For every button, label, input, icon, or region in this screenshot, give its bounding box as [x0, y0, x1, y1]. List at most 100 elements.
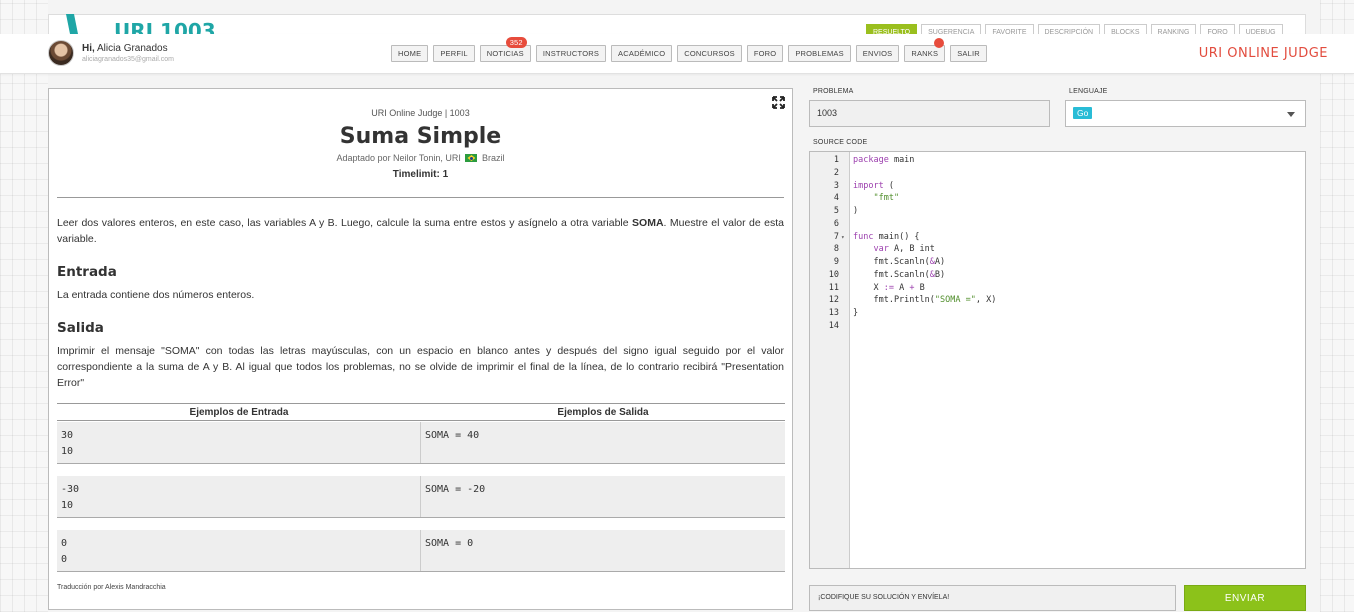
nav-concursos[interactable]: CONCURSOS — [677, 45, 742, 62]
line-number: 14 — [828, 320, 839, 331]
nav-ranks[interactable]: RANKS — [904, 38, 946, 62]
problem-description: Leer dos valores enteros, en este caso, … — [57, 215, 784, 247]
example-output: SOMA = 40 — [420, 422, 785, 463]
example-input: 0 0 — [57, 530, 420, 571]
tab-udebug[interactable]: UDEBUG — [1238, 24, 1283, 34]
nav-envios[interactable]: ENVIOS — [855, 45, 900, 62]
input-heading: Entrada — [57, 264, 117, 280]
problem-title: Suma Simple — [339, 124, 502, 149]
problem-author: Adaptado por Neilor Tonin, URI Brazil — [49, 153, 792, 163]
code-line[interactable]: 5) — [810, 205, 1305, 218]
tab-foro[interactable]: FORO — [1200, 24, 1235, 34]
line-number: 10 — [828, 269, 839, 280]
examples-output-header: Ejemplos de Salida — [557, 407, 649, 418]
nav-problemas[interactable]: PROBLEMAS — [788, 45, 851, 62]
example-input: -30 10 — [57, 476, 420, 517]
greeting-label: Hi, — [82, 43, 95, 54]
line-number: 11 — [828, 282, 839, 293]
nav-foro[interactable]: FORO — [746, 45, 784, 62]
description-text-pre: Leer dos valores enteros, en este caso, … — [57, 217, 633, 229]
line-number: 5 — [833, 206, 839, 216]
code-text: package main — [853, 155, 915, 165]
code-line[interactable]: 9 fmt.Scanln(&A) — [810, 256, 1305, 269]
problem-tabs: RESUELTO SUGERENCIA FAVORITE DESCRIPCIÓN… — [866, 24, 1283, 34]
notification-badge: 352 — [505, 37, 527, 48]
code-line[interactable]: 4 "fmt" — [810, 192, 1305, 205]
translation-credit: Traducción por Alexis Mandracchia — [57, 584, 166, 591]
avatar[interactable] — [48, 40, 74, 66]
author-text: Adaptado por Neilor Tonin, URI — [336, 153, 461, 163]
code-text: fmt.Println("SOMA =", X) — [853, 295, 997, 306]
line-number: 12 — [828, 295, 839, 306]
tab-descripcion[interactable]: DESCRIPCIÓN — [1037, 24, 1101, 34]
code-editor[interactable]: 1 package main 2 3 import (4 "fmt" 5) 6 7 ▾ func … — [809, 151, 1306, 569]
background-sketch-left — [0, 0, 48, 612]
code-text: ) — [853, 206, 859, 216]
user-email: aliciagranados35@gmail.com — [82, 56, 174, 63]
problem-field-label: PROBLEMA — [813, 88, 854, 95]
user-greeting: Hi, Alicia Granados — [82, 43, 168, 54]
line-number: 4 — [833, 193, 839, 204]
code-line[interactable]: 11 X := A + B — [810, 282, 1305, 295]
example-output: SOMA = -20 — [420, 476, 785, 517]
code-text: X := A + B — [853, 282, 925, 293]
user-name[interactable]: Alicia Granados — [97, 43, 168, 54]
code-text: import ( — [853, 180, 894, 191]
code-text: var A, B int — [873, 244, 935, 255]
code-text: func main() { — [853, 231, 920, 242]
code-line[interactable]: 6 — [810, 218, 1305, 231]
code-line[interactable]: 14 — [810, 320, 1305, 333]
code-line[interactable]: 1 package main — [810, 154, 1305, 167]
code-text: fmt.Scanln(&A) — [853, 257, 946, 267]
table-row: 0 0 SOMA = 0 — [57, 530, 785, 572]
author-country: Brazil — [481, 153, 505, 163]
chevron-down-icon — [1287, 112, 1295, 117]
code-line[interactable]: 7 ▾ func main() { — [810, 231, 1305, 244]
nav-academico[interactable]: ACADÉMICO — [611, 45, 673, 62]
brand-logo[interactable]: URI ONLINE JUDGE — [1199, 46, 1328, 61]
tab-ranking[interactable]: RANKING — [1150, 24, 1197, 34]
table-row: -30 10 SOMA = -20 — [57, 476, 785, 518]
language-field-label: LENGUAJE — [1069, 88, 1108, 95]
code-line[interactable]: 10 fmt.Scanln(&B) — [810, 269, 1305, 282]
output-heading: Salida — [57, 320, 104, 336]
nav-ranks-label: RANKS — [911, 49, 939, 58]
language-select[interactable]: Go — [1065, 100, 1306, 127]
code-line[interactable]: 12 fmt.Println("SOMA =", X) — [810, 294, 1305, 307]
code-line[interactable]: 2 — [810, 167, 1305, 180]
code-line[interactable]: 8 var A, B int — [810, 243, 1305, 256]
source-code-label: SOURCE CODE — [813, 139, 868, 146]
nav-home[interactable]: HOME — [391, 45, 429, 62]
language-selected-value: Go — [1073, 107, 1093, 119]
nav-perfil[interactable]: PERFIL — [433, 45, 475, 62]
code-line[interactable]: 3 import ( — [810, 180, 1305, 193]
tab-blocks[interactable]: BLOCKS — [1104, 24, 1147, 34]
output-description: Imprimir el mensaje "SOMA" con todas las… — [57, 345, 784, 389]
line-number: 8 — [833, 244, 839, 255]
line-number: 7 — [833, 231, 839, 242]
code-line[interactable]: 13} — [810, 307, 1305, 320]
line-number: 6 — [833, 218, 839, 229]
line-number: 3 — [833, 180, 839, 191]
problem-meta: URI Online Judge | 1003 — [371, 108, 470, 118]
line-number: 13 — [828, 308, 839, 318]
description-variable: SOMA — [632, 217, 664, 229]
examples-table-header: Ejemplos de Entrada Ejemplos de Salida — [57, 403, 785, 421]
fold-arrow-icon[interactable]: ▾ — [841, 231, 845, 244]
code-text: "fmt" — [873, 193, 900, 204]
nav-salir[interactable]: SALIR — [950, 45, 987, 62]
problem-header-title: URI 1003 — [114, 20, 216, 34]
tab-favorite[interactable]: FAVORITE — [985, 24, 1034, 34]
tab-sugerencia[interactable]: SUGERENCIA — [921, 24, 982, 34]
nav-instructors[interactable]: INSTRUCTORS — [535, 45, 607, 62]
code-text: fmt.Scanln(&B) — [853, 269, 946, 280]
send-button[interactable]: ENVIAR — [1184, 585, 1306, 611]
example-output: SOMA = 0 — [420, 530, 785, 571]
top-navigation-bar: Hi, Alicia Granados aliciagranados35@gma… — [0, 34, 1354, 74]
tab-resuelto[interactable]: RESUELTO — [866, 24, 918, 34]
code-text: } — [853, 308, 859, 318]
time-limit: Timelimit: 1 — [392, 169, 449, 180]
nav-noticias[interactable]: NOTICIAS 352 — [479, 37, 531, 62]
background-sketch-right — [1320, 0, 1354, 612]
problem-number-field[interactable]: 1003 — [809, 100, 1050, 127]
